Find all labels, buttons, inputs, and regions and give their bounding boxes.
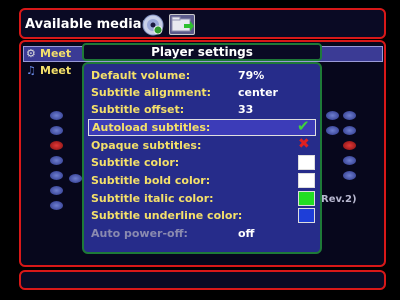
available-media-label: Available media:	[25, 17, 147, 32]
setting-auto-power-off[interactable]: Auto power-off: off	[88, 225, 316, 242]
video-file-icon: ⚙	[26, 47, 36, 60]
setting-label: Opaque subtitles:	[91, 139, 202, 152]
player-settings-dialog: Default volume: 79% Subtitle alignment: …	[82, 62, 322, 254]
setting-label: Auto power-off:	[91, 227, 188, 240]
available-media-bar: Available media:	[19, 8, 386, 39]
file-name: Meet	[40, 64, 72, 77]
setting-value: 79%	[238, 69, 265, 82]
file-name: Meet	[40, 47, 72, 60]
list-item[interactable]: ♫ Meet	[23, 64, 71, 77]
setting-default-volume[interactable]: Default volume: 79%	[88, 67, 316, 84]
setting-subtitle-color[interactable]: Subtitle color:	[88, 154, 316, 171]
music-file-icon: ♫	[26, 64, 36, 77]
background-dots-left-2	[69, 174, 83, 189]
background-dots-right-2	[343, 111, 357, 186]
setting-opaque-subtitles[interactable]: Opaque subtitles: ✖	[88, 136, 316, 154]
setting-value: center	[238, 86, 278, 99]
setting-label: Autoload subtitles:	[92, 121, 211, 134]
setting-label: Subtitle offset:	[91, 103, 185, 116]
color-swatch[interactable]	[298, 173, 315, 188]
status-bar	[19, 270, 386, 290]
setting-subtitle-offset[interactable]: Subtitle offset: 33	[88, 101, 316, 118]
setting-subtitle-bold-color[interactable]: Subtitle bold color:	[88, 172, 316, 189]
color-swatch[interactable]	[298, 155, 315, 170]
disc-icon[interactable]	[142, 14, 164, 36]
color-swatch[interactable]	[298, 191, 315, 206]
setting-value: off	[238, 227, 255, 240]
color-swatch[interactable]	[298, 208, 315, 223]
setting-label: Subtitle underline color:	[91, 209, 243, 222]
setting-subtitle-alignment[interactable]: Subtitle alignment: center	[88, 84, 316, 101]
setting-autoload-subtitles[interactable]: Autoload subtitles: ✔	[88, 119, 316, 136]
setting-label: Default volume:	[91, 69, 191, 82]
setting-value: 33	[238, 103, 254, 116]
cross-icon[interactable]: ✖	[298, 136, 310, 153]
dialog-title: Player settings	[82, 43, 322, 61]
background-text: Rev.2)	[321, 194, 357, 205]
setting-subtitle-italic-color[interactable]: Subtitle italic color:	[88, 190, 316, 207]
setting-label: Subtitle bold color:	[91, 174, 211, 187]
checkmark-icon[interactable]: ✔	[297, 119, 310, 134]
setting-label: Subtitle italic color:	[91, 192, 214, 205]
background-dots-left	[50, 111, 64, 216]
background-dots-right	[326, 111, 340, 141]
setting-label: Subtitle alignment:	[91, 86, 212, 99]
folder-icon[interactable]	[169, 14, 195, 35]
setting-label: Subtitle color:	[91, 156, 180, 169]
setting-subtitle-underline-color[interactable]: Subtitle underline color:	[88, 207, 316, 224]
